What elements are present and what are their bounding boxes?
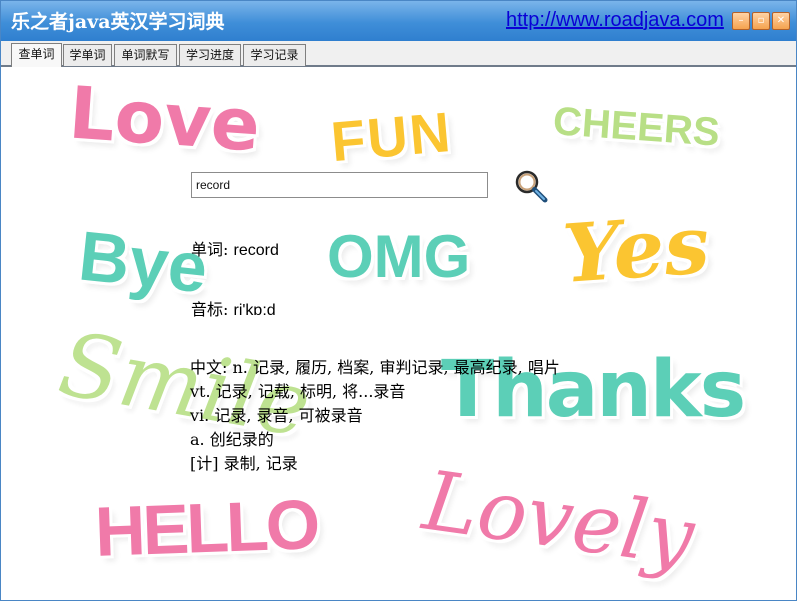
definition-line: [计] 录制, 记录 bbox=[190, 450, 298, 474]
word-label: 单词: bbox=[191, 240, 234, 259]
tab-dictation[interactable]: 单词默写 bbox=[114, 44, 177, 66]
magnifier-icon[interactable] bbox=[514, 169, 548, 203]
main-content: Love FUN CHEERS Bye OMG Yes Smile Thanks… bbox=[1, 69, 796, 600]
definition-text: 记录, 履历, 档案, 审判记录, 最高纪录, 唱片 bbox=[247, 358, 560, 377]
definition-text: 录制, 记录 bbox=[218, 454, 298, 473]
tab-bar: 查单词 学单词 单词默写 学习进度 学习记录 bbox=[1, 41, 796, 67]
pos-tag: vt. bbox=[190, 382, 211, 401]
tab-learn-word[interactable]: 学单词 bbox=[63, 44, 112, 66]
search-input[interactable] bbox=[191, 172, 488, 198]
close-button[interactable]: ✕ bbox=[772, 12, 790, 30]
sticker-omg: OMG bbox=[327, 223, 471, 290]
sticker-lovely: Lovely bbox=[417, 453, 700, 586]
phonetic-row: 音标: ri'kɒ:d bbox=[191, 296, 276, 320]
definition-line: vi. 记录, 录音, 可被录音 bbox=[190, 402, 363, 426]
phonetic-label: 音标: bbox=[191, 300, 234, 319]
window-controls: – ▫ ✕ bbox=[732, 12, 790, 30]
definition-line: vt. 记录, 记载, 标明, 将...录音 bbox=[190, 378, 405, 402]
pos-tag: n. bbox=[232, 358, 248, 377]
app-window: 乐之者java英汉学习词典 http://www.roadjava.com – … bbox=[0, 0, 797, 601]
sticker-cheers: CHEERS bbox=[551, 99, 722, 155]
sticker-fun: FUN bbox=[328, 99, 455, 174]
definition-text: 记录, 记载, 标明, 将...录音 bbox=[210, 382, 406, 401]
definition-line: 中文: n. 记录, 履历, 档案, 审判记录, 最高纪录, 唱片 bbox=[190, 354, 560, 378]
sticker-hello: HELLO bbox=[93, 485, 319, 571]
website-link[interactable]: http://www.roadjava.com bbox=[506, 9, 724, 32]
tab-lookup-word[interactable]: 查单词 bbox=[11, 43, 62, 67]
pos-tag: [计] bbox=[190, 454, 219, 473]
phonetic-value: ri'kɒ:d bbox=[233, 302, 276, 319]
sticker-yes: Yes bbox=[559, 197, 713, 301]
word-row: 单词: record bbox=[191, 236, 279, 260]
title-bar: 乐之者java英汉学习词典 http://www.roadjava.com – … bbox=[1, 1, 796, 41]
tab-history[interactable]: 学习记录 bbox=[243, 44, 306, 66]
minimize-button[interactable]: – bbox=[732, 12, 750, 30]
maximize-button[interactable]: ▫ bbox=[752, 12, 770, 30]
tab-progress[interactable]: 学习进度 bbox=[179, 44, 241, 66]
chinese-label: 中文: bbox=[190, 358, 233, 377]
pos-tag: vi. bbox=[190, 406, 210, 425]
definition-text: 记录, 录音, 可被录音 bbox=[209, 406, 363, 425]
sticker-love: Love bbox=[66, 70, 263, 168]
sticker-bye: Bye bbox=[75, 216, 212, 308]
word-value: record bbox=[233, 242, 279, 259]
definition-line: a. 创纪录的 bbox=[190, 426, 274, 450]
pos-tag: a. bbox=[190, 430, 205, 449]
definition-text: 创纪录的 bbox=[204, 430, 274, 449]
window-title: 乐之者java英汉学习词典 bbox=[11, 11, 225, 33]
